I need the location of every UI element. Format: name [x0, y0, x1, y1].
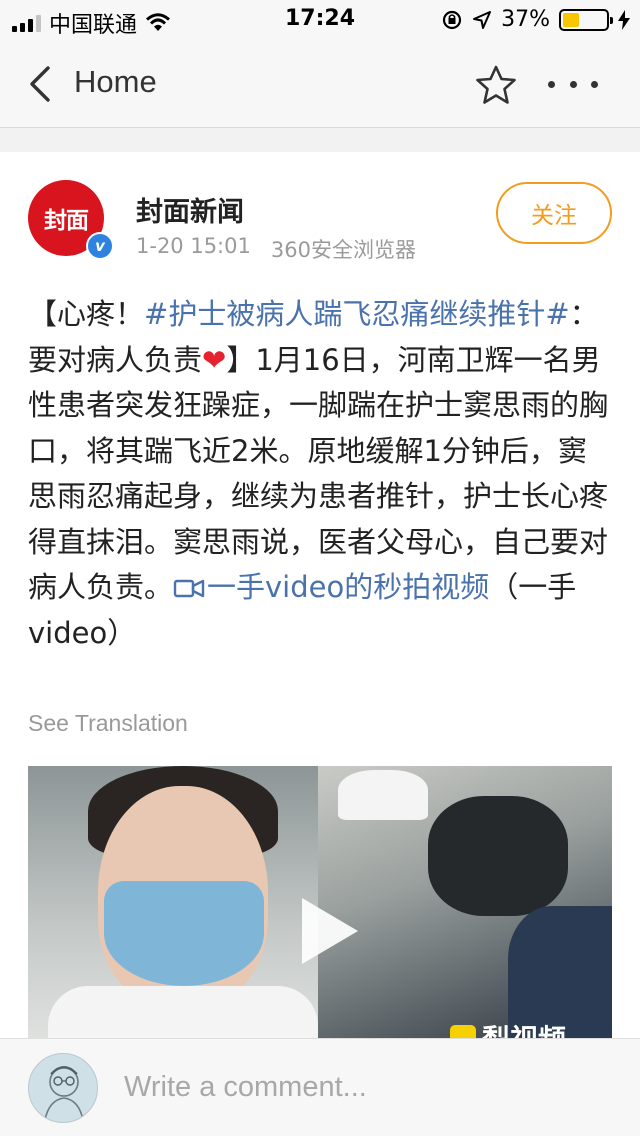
favorite-star-icon[interactable]: [474, 64, 518, 106]
topic-hashtag-link[interactable]: #护士被病人踹飞忍痛继续推针#: [144, 297, 570, 331]
comment-bar: Write a comment...: [0, 1038, 640, 1136]
navigation-bar: Home: [0, 40, 640, 128]
orientation-lock-icon: [442, 10, 462, 29]
pear-video-logo-icon: [450, 1025, 476, 1038]
post-text-intro: 【心疼！: [28, 297, 145, 331]
battery-icon: [559, 8, 613, 31]
post-meta: 1-20 15:01 360安全浏览器: [136, 234, 416, 264]
user-sketch-avatar-icon: [44, 1066, 84, 1121]
battery-percent: 37%: [501, 7, 550, 32]
charging-bolt-icon: [618, 9, 630, 30]
status-right: 37%: [441, 7, 630, 32]
back-button-label[interactable]: Home: [74, 64, 157, 100]
heart-emoji-icon: ❤: [202, 342, 227, 377]
video-camera-icon: [173, 579, 205, 598]
play-icon[interactable]: [280, 886, 370, 976]
post-text-body: 】1月16日，河南卫辉一名男性患者突发狂躁症，一脚踹在护士窦思雨的胸口，将其踹飞…: [28, 342, 609, 605]
see-translation-link[interactable]: See Translation: [28, 710, 188, 737]
back-chevron-icon[interactable]: [26, 62, 66, 106]
video-watermark: 梨视频: [450, 1018, 566, 1038]
video-thumbnail[interactable]: 梨视频: [28, 766, 612, 1038]
user-avatar[interactable]: [28, 1053, 98, 1123]
more-options-icon[interactable]: [548, 78, 598, 92]
video-link[interactable]: 一手video的秒拍视频: [207, 570, 489, 604]
location-arrow-icon: [473, 10, 492, 29]
post-source: 360安全浏览器: [270, 238, 416, 262]
verified-badge-text: v: [95, 237, 105, 255]
author-name[interactable]: 封面新闻: [136, 190, 244, 229]
post-text: 【心疼！#护士被病人踹飞忍痛继续推针#：要对病人负责❤】1月16日，河南卫辉一名…: [28, 292, 614, 656]
video-frame-nurse: [28, 766, 318, 1038]
video-watermark-text: 梨视频: [482, 1018, 566, 1038]
comment-input[interactable]: Write a comment...: [124, 1071, 367, 1104]
post-date: 1-20 15:01: [136, 234, 251, 258]
follow-button[interactable]: 关注: [496, 182, 612, 244]
status-bar: 中国联通 17:24 37%: [0, 0, 640, 40]
avatar-logo-text: 封面: [44, 207, 89, 234]
post-card: 封面 v 封面新闻 1-20 15:01 360安全浏览器 关注 【心疼！#护士…: [0, 152, 640, 1038]
battery-level: [563, 12, 579, 27]
verified-badge-icon: v: [86, 232, 114, 260]
